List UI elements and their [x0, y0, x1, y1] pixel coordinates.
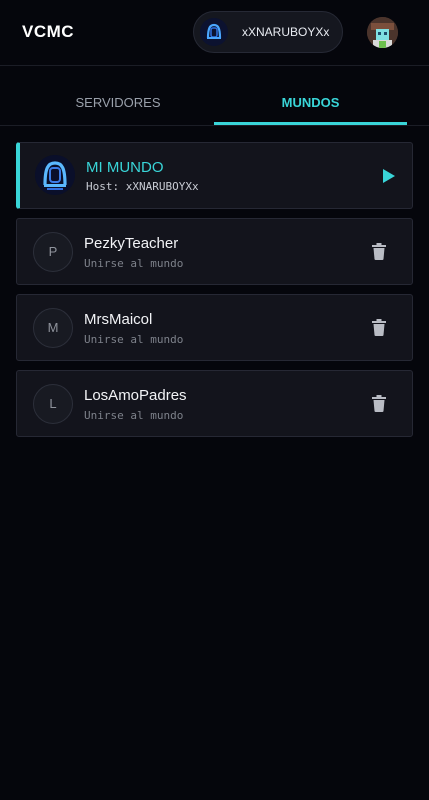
tab-servidores[interactable]: SERVIDORES: [22, 67, 214, 125]
play-icon[interactable]: [380, 166, 398, 186]
host-world-title: MI MUNDO: [86, 159, 164, 176]
tab-bar: SERVIDORES MUNDOS: [0, 67, 429, 126]
world-card[interactable]: M MrsMaicol Unirse al mundo: [16, 294, 413, 361]
world-avatar: L: [33, 384, 73, 424]
top-bar: VCMC xXNARUBOYXx: [0, 0, 429, 66]
world-join-label: Unirse al mundo: [84, 257, 184, 270]
world-avatar: P: [33, 232, 73, 272]
world-avatar: M: [33, 308, 73, 348]
trash-icon[interactable]: [372, 395, 386, 412]
trash-icon[interactable]: [372, 243, 386, 260]
host-world-card[interactable]: MI MUNDO Host: xXNARUBOYXx: [16, 142, 413, 209]
active-tab-indicator: [214, 122, 407, 125]
tab-mundos[interactable]: MUNDOS: [214, 67, 407, 125]
user-avatar-icon: [200, 18, 228, 46]
world-name: LosAmoPadres: [84, 387, 187, 404]
world-name: PezkyTeacher: [84, 235, 179, 252]
world-join-label: Unirse al mundo: [84, 409, 184, 422]
host-world-avatar-icon: [35, 155, 75, 195]
trash-icon[interactable]: [372, 319, 386, 336]
user-name: xXNARUBOYXx: [242, 25, 330, 39]
world-name: MrsMaicol: [84, 311, 153, 328]
world-card[interactable]: L LosAmoPadres Unirse al mundo: [16, 370, 413, 437]
profile-avatar-icon[interactable]: [367, 17, 398, 48]
app-title: VCMC: [22, 22, 75, 41]
world-card[interactable]: P PezkyTeacher Unirse al mundo: [16, 218, 413, 285]
host-world-subtitle: Host: xXNARUBOYXx: [86, 180, 199, 193]
user-account-pill[interactable]: xXNARUBOYXx: [193, 11, 343, 53]
world-join-label: Unirse al mundo: [84, 333, 184, 346]
